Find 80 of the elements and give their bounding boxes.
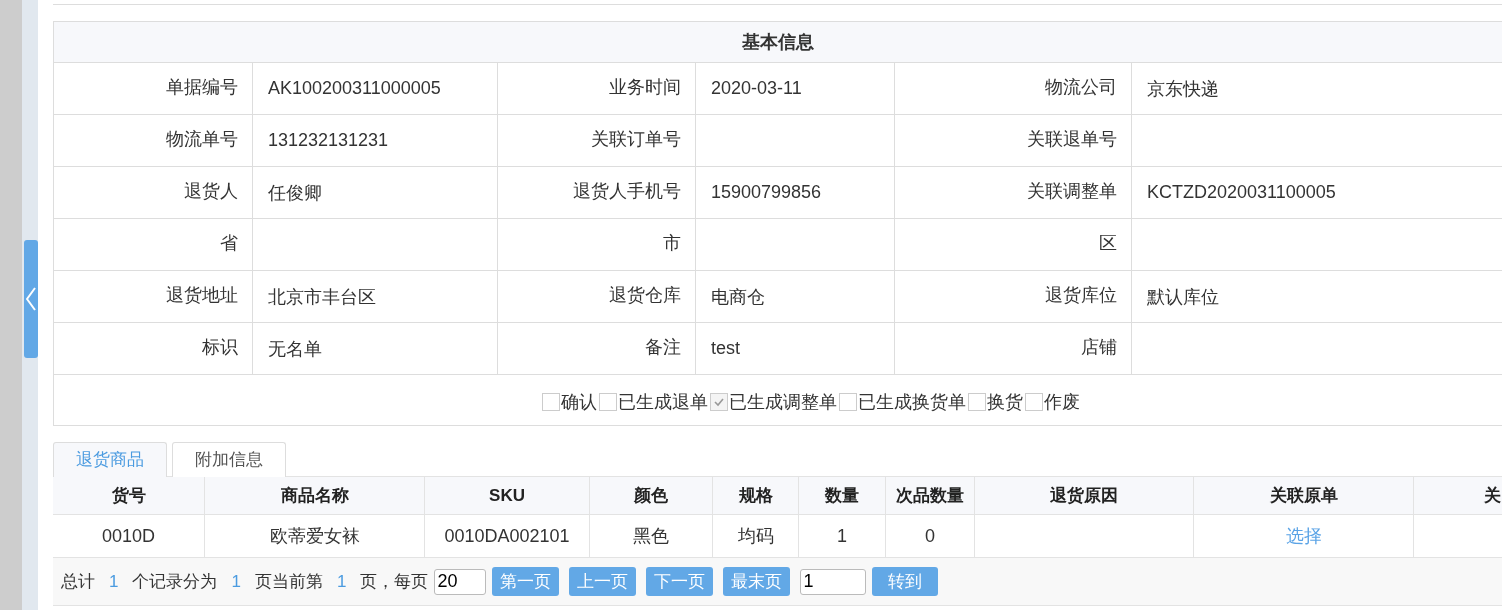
tab[interactable]: 退货商品 — [53, 442, 167, 477]
field-value: 任俊卿 — [268, 181, 322, 205]
column-header: 规格 — [713, 477, 799, 514]
checkbox-label: 已生成调整单 — [729, 391, 837, 414]
field-value: 京东快递 — [1147, 77, 1219, 101]
pager-count: 1 — [231, 571, 241, 592]
pager-count: 1 — [109, 571, 119, 592]
column-header: 货号 — [53, 477, 205, 514]
field-value: 北京市丰台区 — [268, 285, 376, 309]
checkbox[interactable] — [599, 393, 617, 411]
column-header: 关联原单 — [1194, 477, 1414, 514]
pager-text: 个记录分为 — [132, 571, 218, 593]
checkbox[interactable] — [968, 393, 986, 411]
checkbox-label: 已生成退单 — [618, 391, 708, 414]
checkbox-label: 换货 — [987, 391, 1023, 414]
checkbox-label: 已生成换货单 — [858, 391, 966, 414]
column-header: 数量 — [799, 477, 886, 514]
checkbox[interactable] — [710, 393, 728, 411]
field-label: 店铺 — [1081, 335, 1117, 359]
column-header: 关 — [1483, 485, 1502, 507]
table-cell-text: 黑色 — [633, 525, 669, 548]
page-input[interactable]: 1 — [800, 568, 867, 595]
field-value: 131232131231 — [268, 130, 389, 151]
field-label: 备注 — [645, 335, 681, 359]
field-value: KCTZD2020031100005 — [1147, 182, 1336, 203]
chevron-left-icon — [26, 287, 36, 311]
column-header: 颜色 — [590, 477, 713, 514]
field-value: 电商仓 — [711, 285, 765, 309]
column-header: 次品数量 — [886, 477, 975, 514]
field-label: 物流单号 — [166, 127, 238, 151]
table-cell-text: 欧蒂爱女袜 — [269, 525, 360, 548]
table-cell: 0010D — [101, 525, 155, 547]
pager-count: 1 — [336, 571, 347, 592]
field-label: 退货人 — [184, 179, 238, 203]
field-value: 无名单 — [268, 337, 322, 361]
checkbox[interactable] — [839, 393, 857, 411]
field-label: 标识 — [202, 335, 238, 359]
field-label: 物流公司 — [1045, 75, 1117, 99]
checkbox-label: 作废 — [1044, 391, 1080, 414]
field-label: 业务时间 — [609, 75, 681, 99]
table-cell-text: 均码 — [737, 525, 774, 548]
pager-text: 页当前第 — [254, 571, 323, 593]
field-label: 关联调整单 — [1027, 179, 1117, 203]
field-value: 15900799856 — [711, 182, 822, 203]
field-label: 区 — [1099, 231, 1117, 255]
table-cell: 0 — [925, 525, 935, 547]
page-input[interactable]: 20 — [434, 568, 487, 595]
column-header: 商品名称 — [205, 477, 425, 514]
field-label: 关联订单号 — [591, 127, 681, 151]
table-cell: 0010DA002101 — [444, 525, 570, 547]
tab[interactable]: 附加信息 — [172, 442, 286, 477]
check-icon — [713, 396, 725, 408]
pager-button[interactable]: 上一页 — [569, 567, 637, 596]
pager-button[interactable]: 转到 — [872, 567, 939, 596]
pager-button[interactable]: 最末页 — [723, 567, 791, 596]
field-label: 退货库位 — [1045, 283, 1117, 307]
pager-button[interactable]: 第一页 — [492, 567, 560, 596]
table-cell: 1 — [837, 525, 847, 547]
field-label: 单据编号 — [166, 75, 238, 99]
pager-text: 页，每页 — [360, 571, 429, 593]
field-label: 退货仓库 — [609, 283, 681, 307]
field-label: 省 — [220, 231, 238, 255]
field-label: 市 — [663, 231, 681, 255]
field-value: 2020-03-11 — [711, 78, 802, 99]
collapse-handle[interactable] — [24, 240, 38, 358]
column-header: SKU — [425, 477, 590, 514]
select-link[interactable]: 选择 — [1285, 524, 1322, 548]
field-value: test — [711, 338, 740, 359]
pager-text: 总计 — [61, 571, 95, 593]
checkbox[interactable] — [1025, 393, 1043, 411]
field-label: 关联退单号 — [1027, 127, 1117, 151]
field-value: AK100200311000005 — [268, 78, 441, 99]
pager-button[interactable]: 下一页 — [646, 567, 714, 596]
section-title: 基本信息 — [54, 22, 1502, 63]
field-label: 退货地址 — [166, 283, 238, 307]
field-label: 退货人手机号 — [573, 179, 681, 203]
field-value: 默认库位 — [1147, 285, 1219, 309]
column-header: 退货原因 — [975, 477, 1194, 514]
checkbox[interactable] — [542, 393, 560, 411]
checkbox-label: 确认 — [561, 391, 597, 414]
